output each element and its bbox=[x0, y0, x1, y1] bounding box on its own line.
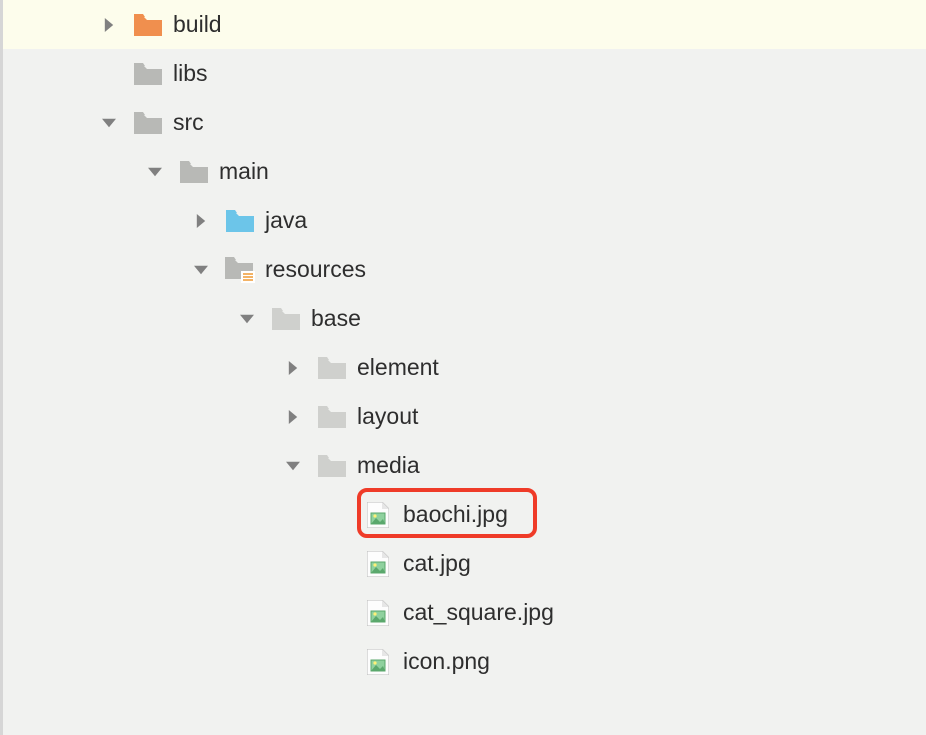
collapse-arrow-icon[interactable] bbox=[99, 113, 119, 133]
collapse-arrow-icon[interactable] bbox=[145, 162, 165, 182]
image-file-icon bbox=[363, 502, 393, 528]
tree-item-label: media bbox=[357, 452, 420, 479]
collapse-arrow-icon[interactable] bbox=[237, 309, 257, 329]
tree-item-label: icon.png bbox=[403, 648, 490, 675]
tree-item-label: base bbox=[311, 305, 361, 332]
source-folder-icon bbox=[225, 208, 255, 234]
image-file-icon bbox=[363, 600, 393, 626]
tree-item-src[interactable]: src bbox=[3, 98, 926, 147]
tree-item-label: layout bbox=[357, 403, 418, 430]
tree-item-icon-png[interactable]: icon.png bbox=[3, 637, 926, 686]
folder-icon bbox=[133, 110, 163, 136]
tree-item-label: baochi.jpg bbox=[403, 501, 508, 528]
tree-item-layout[interactable]: layout bbox=[3, 392, 926, 441]
image-file-icon bbox=[363, 551, 393, 577]
tree-item-label: libs bbox=[173, 60, 208, 87]
tree-item-media[interactable]: media bbox=[3, 441, 926, 490]
tree-item-label: resources bbox=[265, 256, 366, 283]
tree-item-element[interactable]: element bbox=[3, 343, 926, 392]
tree-item-libs[interactable]: libs bbox=[3, 49, 926, 98]
folder-icon bbox=[133, 12, 163, 38]
tree-item-build[interactable]: build bbox=[3, 0, 926, 49]
tree-item-label: main bbox=[219, 158, 269, 185]
tree-item-baochi[interactable]: baochi.jpg bbox=[3, 490, 926, 539]
resources-folder-icon bbox=[225, 257, 255, 283]
tree-item-label: cat_square.jpg bbox=[403, 599, 554, 626]
tree-item-cat-square[interactable]: cat_square.jpg bbox=[3, 588, 926, 637]
expand-arrow-icon[interactable] bbox=[99, 15, 119, 35]
tree-item-label: src bbox=[173, 109, 204, 136]
tree-item-base[interactable]: base bbox=[3, 294, 926, 343]
folder-icon bbox=[179, 159, 209, 185]
tree-item-label: build bbox=[173, 11, 222, 38]
collapse-arrow-icon[interactable] bbox=[191, 260, 211, 280]
folder-icon bbox=[133, 61, 163, 87]
project-tree: build libs src main bbox=[3, 0, 926, 686]
tree-item-java[interactable]: java bbox=[3, 196, 926, 245]
tree-item-cat[interactable]: cat.jpg bbox=[3, 539, 926, 588]
image-file-icon bbox=[363, 649, 393, 675]
folder-icon bbox=[317, 355, 347, 381]
folder-icon bbox=[317, 404, 347, 430]
expand-arrow-icon[interactable] bbox=[283, 358, 303, 378]
tree-item-label: java bbox=[265, 207, 307, 234]
folder-icon bbox=[271, 306, 301, 332]
tree-item-resources[interactable]: resources bbox=[3, 245, 926, 294]
folder-icon bbox=[317, 453, 347, 479]
collapse-arrow-icon[interactable] bbox=[283, 456, 303, 476]
tree-item-label: cat.jpg bbox=[403, 550, 471, 577]
tree-item-label: element bbox=[357, 354, 439, 381]
expand-arrow-icon[interactable] bbox=[191, 211, 211, 231]
expand-arrow-icon[interactable] bbox=[283, 407, 303, 427]
tree-item-main[interactable]: main bbox=[3, 147, 926, 196]
